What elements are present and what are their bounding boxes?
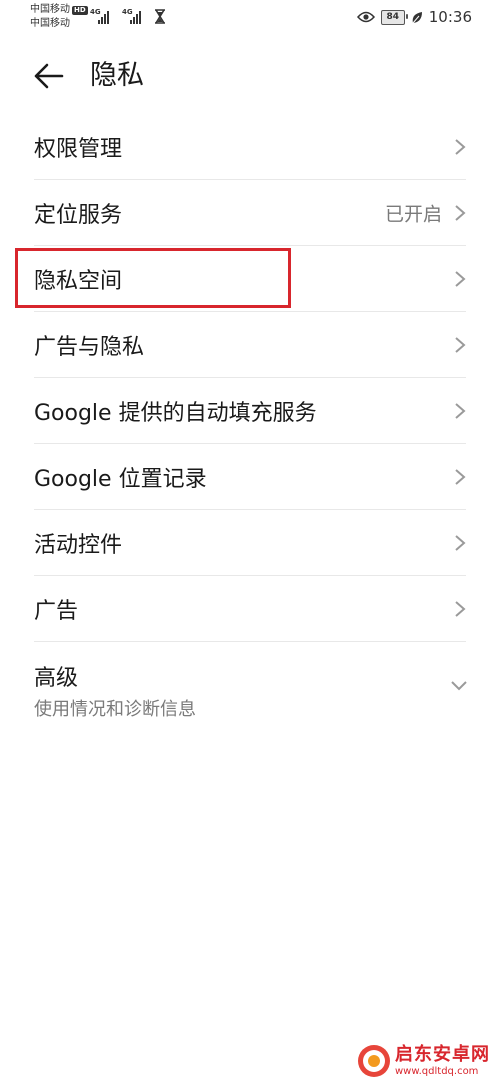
- watermark-text: 启东安卓网 www.qdltdq.com: [395, 1043, 490, 1077]
- list-item-label: 活动控件: [34, 533, 123, 558]
- signal-1-icon: 4G: [90, 8, 114, 24]
- advanced-subtitle: 使用情况和诊断信息: [34, 699, 196, 720]
- hd-badge: HD: [72, 5, 88, 15]
- chevron-right-icon: [455, 601, 466, 617]
- list-item-label: Google 位置记录: [34, 467, 207, 492]
- location-status: 已开启: [384, 203, 442, 226]
- list-item-permission-management[interactable]: 权限管理: [0, 114, 500, 180]
- watermark-url: www.qdltdq.com: [395, 1065, 479, 1077]
- list-item-label: 广告与隐私: [34, 335, 145, 360]
- chevron-right-icon: [455, 139, 466, 155]
- signal-group: 4G 4G: [90, 8, 166, 24]
- battery-icon: 84: [380, 9, 408, 25]
- list-item-google-autofill[interactable]: Google 提供的自动填充服务: [0, 378, 500, 444]
- watermark-logo-icon: [358, 1045, 390, 1077]
- list-item-activity-controls[interactable]: 活动控件: [0, 510, 500, 576]
- list-item-ads-and-privacy[interactable]: 广告与隐私: [0, 312, 500, 378]
- carrier-info: 中国移动 HD 中国移动: [30, 3, 88, 31]
- list-item-label: 定位服务: [34, 203, 123, 228]
- chevron-down-icon: [451, 681, 467, 691]
- status-bar: 中国移动 HD 中国移动 4G 4G 84 10:36: [0, 0, 500, 34]
- chevron-right-icon: [455, 271, 466, 287]
- list-item-location-service[interactable]: 定位服务 已开启: [0, 180, 500, 246]
- carrier-1: 中国移动: [30, 4, 70, 15]
- list-item-advanced[interactable]: 高级 使用情况和诊断信息: [0, 642, 500, 724]
- list-item-label: 隐私空间: [34, 269, 123, 294]
- carrier-2: 中国移动: [30, 18, 70, 29]
- advanced-label: 高级: [34, 666, 79, 691]
- list-item-private-space[interactable]: 隐私空间: [0, 246, 500, 312]
- signal-2-icon: 4G: [122, 8, 146, 24]
- watermark-title: 启东安卓网: [395, 1043, 490, 1065]
- watermark: 启东安卓网 www.qdltdq.com: [357, 1044, 490, 1078]
- hourglass-icon: [155, 9, 165, 24]
- list-item-label: Google 提供的自动填充服务: [34, 401, 317, 426]
- list-item-label: 广告: [34, 599, 79, 624]
- settings-list: 权限管理 定位服务 已开启 隐私空间 广告与隐私 Google 提供的自动填充服…: [0, 114, 500, 724]
- status-right: 84 10:36: [356, 8, 472, 26]
- chevron-right-icon: [455, 535, 466, 551]
- chevron-right-icon: [455, 205, 466, 221]
- chevron-right-icon: [455, 403, 466, 419]
- chevron-right-icon: [455, 337, 466, 353]
- clock: 10:36: [428, 8, 472, 26]
- eye-icon: [356, 11, 375, 23]
- leaf-icon: [412, 11, 422, 23]
- chevron-right-icon: [455, 469, 466, 485]
- page-title: 隐私: [90, 60, 144, 91]
- header: 隐私: [0, 50, 500, 102]
- list-item-ads[interactable]: 广告: [0, 576, 500, 642]
- list-item-google-location-history[interactable]: Google 位置记录: [0, 444, 500, 510]
- back-button[interactable]: [32, 62, 66, 90]
- list-item-label: 权限管理: [34, 137, 123, 162]
